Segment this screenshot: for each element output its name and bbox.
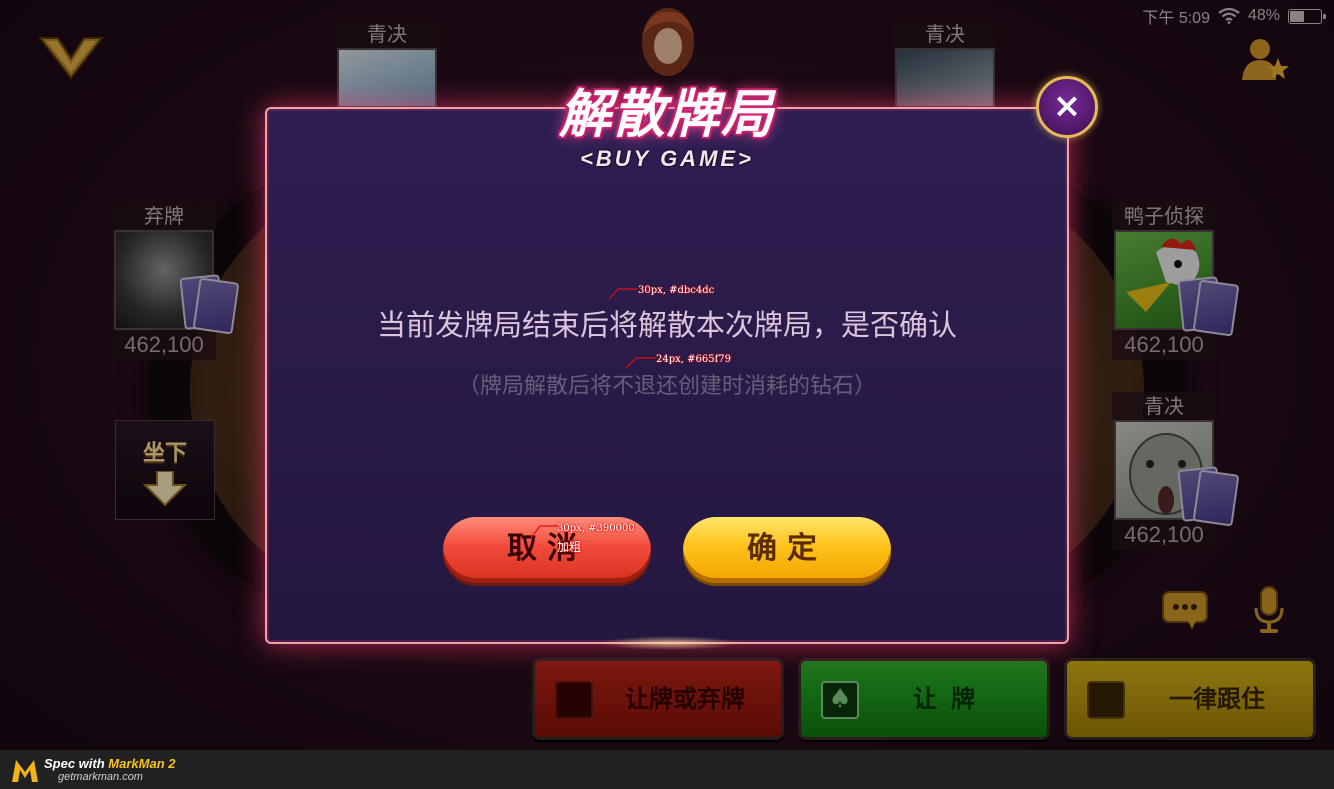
bottom-glow <box>600 636 740 650</box>
confirm-button[interactable]: 确定 <box>683 517 891 583</box>
dialog-note: （牌局解散后将不退还创建时消耗的钻石） <box>457 374 876 399</box>
footer-brand: MarkMan 2 <box>108 756 176 771</box>
annotation-arrow <box>530 525 558 539</box>
close-icon[interactable]: × <box>1036 76 1098 138</box>
annotation-message-spec: 30px, #dbc4dc <box>638 285 715 296</box>
footer-tagline: Spec with MarkMan 2 <box>44 756 176 771</box>
annotation-arrow <box>625 357 656 369</box>
footer-prefix: Spec with <box>44 756 109 771</box>
dialog-subtitle: <BUY GAME> <box>580 146 754 171</box>
dialog-message: 当前发牌局结束后将解散本次牌局，是否确认 <box>376 308 957 342</box>
footer-url[interactable]: getmarkman.com <box>58 771 143 783</box>
markman-footer: Spec with MarkMan 2 getmarkman.com <box>0 750 1334 789</box>
annotation-arrow <box>608 288 638 300</box>
markman-logo-icon <box>12 760 38 782</box>
dialog-title: 解散牌局 <box>558 85 775 145</box>
annotation-cancel-note: 加粗 <box>557 540 582 554</box>
annotation-cancel-spec: 30px, #390000 <box>557 523 635 534</box>
annotation-note-spec: 24px, #665f79 <box>656 354 732 365</box>
